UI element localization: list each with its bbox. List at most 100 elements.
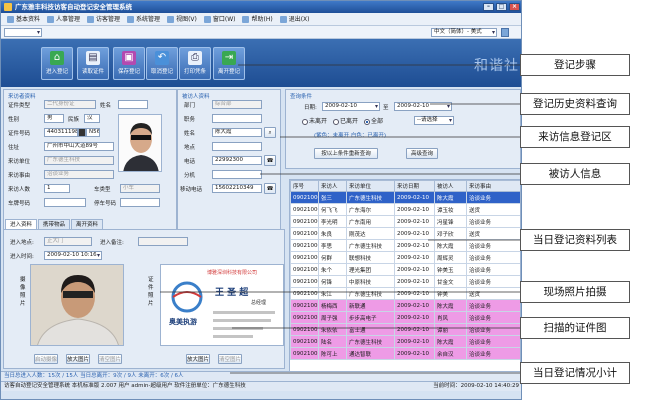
advanced-query-button[interactable]: 高级查询 [406,148,438,159]
minimize-button[interactable]: – [483,3,494,11]
radio-label: 已离开 [340,118,359,125]
radio-option-1[interactable]: 已离开 [333,116,358,126]
gender-field[interactable]: 男 [44,114,64,123]
table-row[interactable]: 090210007朱个理光集团2009-02-10钟美玉洽谈业务 [290,263,520,276]
ethnic-field[interactable]: 汉 [84,114,100,123]
leave-register-button[interactable]: ⇥ 离开登记 [213,47,245,80]
name-label: 姓名 [100,103,112,109]
column-header[interactable]: 来访日期 [394,180,435,192]
table-cell: 朱依依 [318,323,347,336]
id-number-tail[interactable]: N56 [86,128,100,137]
entry-tab-0[interactable]: 进入资料 [5,219,38,229]
table-row[interactable]: 090210005李思广东德生科技2009-02-10陈大霞洽谈业务 [290,239,520,252]
table-row[interactable]: 090210001张三广东德生科技2009-02-10陈大霞洽谈业务 [290,191,520,204]
reason-field[interactable]: 洽谈业务 [44,170,114,179]
dept-field[interactable]: 综合部 [212,100,262,109]
id-type-field[interactable]: 二代身份证 [44,100,96,109]
count-field[interactable]: 1 [44,184,70,193]
close-button[interactable]: × [509,3,520,11]
menu-item-1[interactable]: 人事管理 [45,13,85,25]
park-number-field[interactable] [120,198,160,207]
column-header[interactable]: 来访单位 [346,180,395,192]
menu-item-5[interactable]: 窗口(W) [202,13,241,25]
clear-photo-button[interactable]: 清空图片 [98,354,122,364]
location-field[interactable] [212,142,262,151]
id-number-field[interactable]: 440311198 [44,128,78,137]
table-row[interactable]: 090210002何飞飞广东海尔2009-02-10谭玉妆送货 [290,203,520,216]
phone-field[interactable]: 22992300 [212,156,262,165]
maximize-button[interactable]: □ [496,3,507,11]
entry-tab-2[interactable]: 离开资料 [71,219,104,229]
date-from-picker[interactable]: 2009-02-10 [322,102,380,111]
address-field[interactable]: 广州市中山大道89号 [44,142,114,151]
clear-id-button[interactable]: 清空图片 [218,354,242,364]
column-header[interactable]: 被访人 [434,180,467,192]
enlarge-id-button[interactable]: 放大图片 [186,354,210,364]
remark-field[interactable] [138,237,188,246]
enter-register-button[interactable]: ⌂ 进入登记 [41,47,73,80]
table-cell: 陈大霞 [434,191,467,204]
table-cell: 何锋 [318,275,347,288]
table-row[interactable]: 090210003李光明广东南用2009-02-10冯星锋洽谈业务 [290,215,520,228]
read-id-button[interactable]: ▤ 读取证件 [77,47,109,80]
job-field[interactable] [212,114,262,123]
host-search-button[interactable]: ⌕ [264,127,276,138]
start-camera-button[interactable]: 启动摄像 [34,354,58,364]
id-card-icon: ▤ [86,51,100,65]
table-row[interactable]: 090210013陆名广东德生科技2009-02-10陈大霞洽谈业务 [290,335,520,348]
undo-icon: ↶ [155,51,169,65]
cancel-register-button[interactable]: ↶ 取消登记 [146,47,178,80]
table-row[interactable]: 090210004朱良刚茂达2009-02-10邓子欣送货 [290,227,520,240]
extension-field[interactable] [212,170,262,179]
column-header[interactable]: 来访事由 [466,180,520,192]
table-cell: 何飞飞 [318,203,347,216]
date-to-picker[interactable]: 2009-02-10 [394,102,452,111]
menu-item-3[interactable]: 系统管理 [125,13,165,25]
entry-time-picker[interactable]: 2009-02-10 10:16 [44,251,102,260]
mobile-label: 移动电话 [180,187,203,193]
table-row[interactable]: 090210009朱江广东德生科技2009-02-10钟美送货 [290,287,520,300]
filter-select[interactable]: --请选择 [414,116,454,125]
radio-option-0[interactable]: 未离开 [302,116,327,126]
language-select[interactable]: 中文（简体）- 美式 [431,28,497,37]
save-register-button[interactable]: ▣ 保存登记 [113,47,145,80]
table-cell: 周辉灵 [434,251,467,264]
place-field[interactable]: 正大门 [44,237,92,246]
printer-icon: ⎙ [188,51,202,65]
mobile-dial-button[interactable]: ☎ [264,183,276,194]
menu-item-4[interactable]: 视图(V) [165,13,202,25]
table-row[interactable]: 090210008何锋中原科技2009-02-10甘金文洽谈业务 [290,275,520,288]
visitor-name-field[interactable] [118,100,148,109]
menu-item-2[interactable]: 访客管理 [85,13,125,25]
table-row[interactable]: 090210010杨梅西新联通2009-02-10陈大霞洽谈业务 [290,299,520,312]
entry-tab-1[interactable]: 携带物品 [38,219,71,229]
table-cell: 冯星锋 [434,215,467,228]
card-brand: 奥美执游 [169,318,197,326]
table-cell: 余自汉 [434,347,467,360]
enlarge-photo-button[interactable]: 放大图片 [66,354,90,364]
menu-item-7[interactable]: 退出(X) [278,13,315,25]
table-row[interactable]: 090210011周子强步步高电子2009-02-10肖风洽谈业务 [290,311,520,324]
car-number-field[interactable] [44,198,86,207]
toolbar: ⌂ 进入登记 ▤ 读取证件 ▣ 保存登记 ↶ 取消登记 ⎙ 打印凭条 ⇥ 离开登… [1,39,521,87]
mobile-field[interactable]: 15602210349 [212,184,262,193]
help-icon[interactable] [501,28,509,37]
phone-icon: ☎ [266,158,274,164]
module-select[interactable] [4,28,42,37]
print-slip-button[interactable]: ⎙ 打印凭条 [179,47,211,80]
column-header[interactable]: 序号 [290,180,319,192]
unit-field[interactable]: 广东德生科技 [44,156,114,165]
radio-option-2[interactable]: 全部 [364,116,383,126]
car-type-field[interactable]: 小车 [120,184,160,193]
card-person-name: 王 圣 超 [215,288,249,298]
table-row[interactable]: 090210014陈可上通达智联2009-02-10余自汉洽谈业务 [290,347,520,360]
host-name-field[interactable]: 陈大霞 [212,128,262,137]
column-header[interactable]: 来访人 [318,180,347,192]
requery-button[interactable]: 按以上条件重新查询 [314,148,378,159]
table-row[interactable]: 090210012朱依依富士通2009-02-10谭丽洽谈业务 [290,323,520,336]
table-row[interactable]: 090210006何群联想科技2009-02-10周辉灵洽谈业务 [290,251,520,264]
phone-dial-button[interactable]: ☎ [264,155,276,166]
table-cell: 广东德生科技 [346,239,395,252]
menu-item-6[interactable]: 帮助(H) [240,13,277,25]
menu-item-0[interactable]: 基本资料 [5,13,45,25]
